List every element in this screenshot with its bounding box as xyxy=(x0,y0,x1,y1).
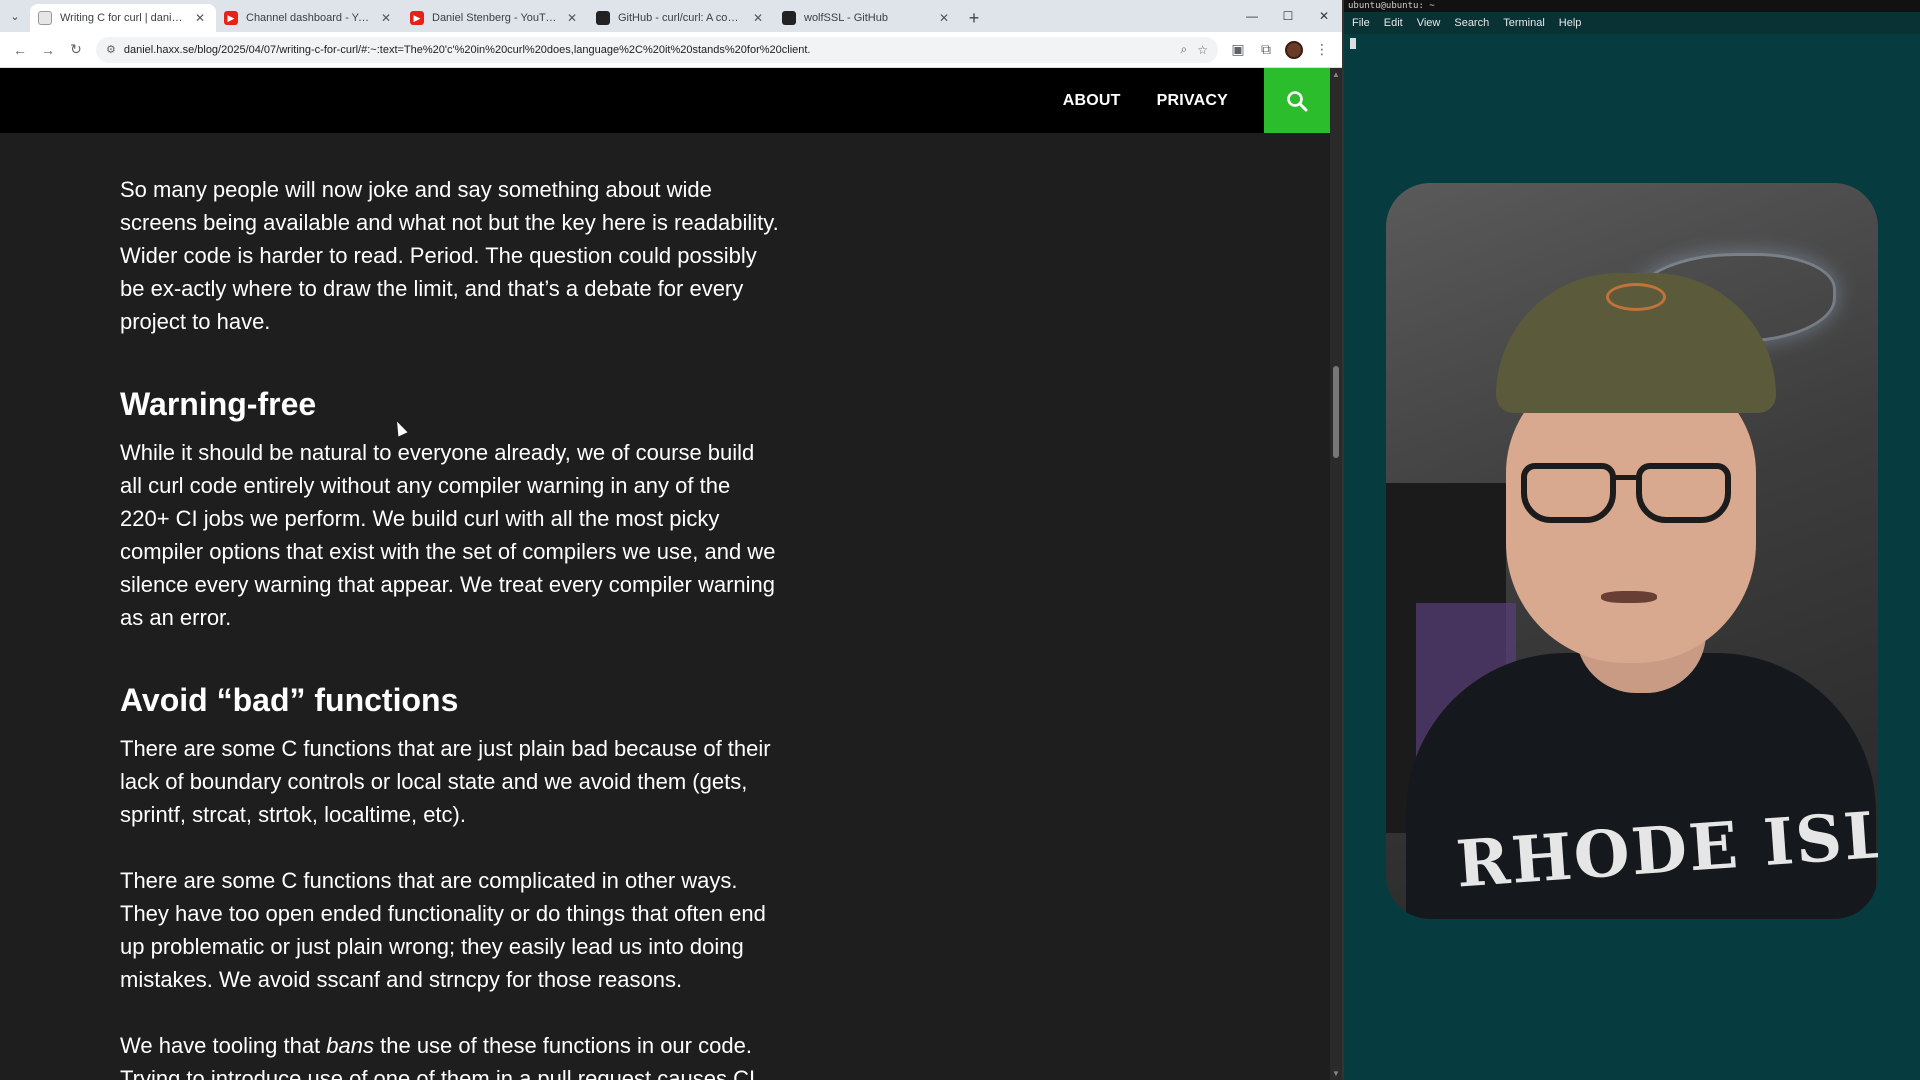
youtube-icon: ▶ xyxy=(224,11,238,25)
paragraph-complicated-functions: There are some C functions that are comp… xyxy=(120,868,766,992)
terminal-menu-help[interactable]: Help xyxy=(1559,17,1582,29)
terminal-menu-search[interactable]: Search xyxy=(1454,17,1489,29)
tab-github-curl[interactable]: GitHub - curl/curl: A command line tool … xyxy=(588,4,774,32)
terminal-title: ubuntu@ubuntu: ~ xyxy=(1344,0,1920,12)
address-bar[interactable]: ⚙ daniel.haxx.se/blog/2025/04/07/writing… xyxy=(96,36,1218,63)
tooling-text-pre: We have tooling that xyxy=(120,1033,327,1058)
terminal-menu-file[interactable]: File xyxy=(1352,17,1370,29)
paragraph-bad-functions: There are some C functions that are just… xyxy=(120,736,771,827)
bookmark-star-icon[interactable]: ☆ xyxy=(1197,43,1208,57)
reload-icon[interactable]: ↻ xyxy=(62,36,90,64)
profile-avatar[interactable] xyxy=(1280,36,1308,64)
article-body: So many people will now joke and say som… xyxy=(120,173,780,1080)
back-icon[interactable]: ← xyxy=(6,36,34,64)
glasses-right-lens xyxy=(1636,463,1731,523)
nav-privacy-link[interactable]: PRIVACY xyxy=(1157,92,1228,110)
nav-about-link[interactable]: ABOUT xyxy=(1063,92,1121,110)
avatar xyxy=(1285,40,1303,59)
tab-title: wolfSSL - GitHub xyxy=(804,12,888,24)
glasses-left-lens xyxy=(1521,463,1616,523)
forward-icon[interactable]: → xyxy=(34,36,62,64)
new-tab-button[interactable]: + xyxy=(960,4,988,32)
close-icon[interactable]: ✕ xyxy=(750,11,766,25)
url-text[interactable]: daniel.haxx.se/blog/2025/04/07/writing-c… xyxy=(124,44,1171,56)
tab-title: Writing C for curl | daniel.haxx.se xyxy=(60,12,188,24)
tab-search-icon[interactable]: ⌄ xyxy=(0,0,30,32)
browser-toolbar: ← → ↻ ⚙ daniel.haxx.se/blog/2025/04/07/w… xyxy=(0,32,1342,68)
search-button[interactable] xyxy=(1264,68,1330,133)
close-icon[interactable]: ✕ xyxy=(192,11,208,25)
close-icon[interactable]: ✕ xyxy=(378,11,394,25)
tab-title: GitHub - curl/curl: A command line tool xyxy=(618,12,746,24)
extensions-icon[interactable]: ⧉ xyxy=(1252,36,1280,64)
search-icon xyxy=(1287,90,1308,111)
close-window-icon[interactable]: ✕ xyxy=(1306,0,1342,32)
tab-channel-dashboard[interactable]: ▶ Channel dashboard - YouTube ✕ xyxy=(216,4,402,32)
scroll-up-icon[interactable]: ▲ xyxy=(1332,70,1340,79)
tooling-text-em: bans xyxy=(326,1033,375,1058)
terminal-cursor xyxy=(1350,38,1356,49)
close-icon[interactable]: ✕ xyxy=(936,11,952,25)
tab-title: Daniel Stenberg - YouTube xyxy=(432,12,560,24)
web-page: ABOUT PRIVACY So many people will now jo… xyxy=(0,68,1330,1080)
minimize-icon[interactable]: — xyxy=(1234,0,1270,32)
tab-title: Channel dashboard - YouTube xyxy=(246,12,374,24)
zoom-icon[interactable]: ⌕ xyxy=(1181,42,1188,57)
scroll-thumb[interactable] xyxy=(1333,366,1339,458)
paragraph-readability: So many people will now joke and say som… xyxy=(120,177,779,334)
terminal-body[interactable] xyxy=(1344,34,1920,54)
tab-writing-c-for-curl[interactable]: Writing C for curl | daniel.haxx.se ✕ xyxy=(30,4,216,32)
site-header: ABOUT PRIVACY xyxy=(0,68,1330,133)
cap-logo xyxy=(1606,283,1666,311)
scroll-down-icon[interactable]: ▼ xyxy=(1332,1069,1340,1078)
menu-kebab-icon[interactable]: ⋮ xyxy=(1308,36,1336,64)
terminal-menubar: File Edit View Search Terminal Help xyxy=(1344,12,1920,34)
page-icon xyxy=(38,11,52,25)
heading-avoid-bad-functions: Avoid “bad” functions xyxy=(120,682,459,718)
terminal-menu-view[interactable]: View xyxy=(1417,17,1441,29)
youtube-icon: ▶ xyxy=(410,11,424,25)
github-icon xyxy=(782,11,796,25)
site-info-icon[interactable]: ⚙ xyxy=(106,43,116,56)
tab-strip: ⌄ Writing C for curl | daniel.haxx.se ✕ … xyxy=(0,0,1342,32)
webcam-overlay: RHODE ISLAND xyxy=(1386,183,1878,919)
terminal-menu-terminal[interactable]: Terminal xyxy=(1503,17,1545,29)
terminal-menu-edit[interactable]: Edit xyxy=(1384,17,1403,29)
window-controls: — ☐ ✕ xyxy=(1234,0,1342,32)
github-icon xyxy=(596,11,610,25)
tab-daniel-stenberg[interactable]: ▶ Daniel Stenberg - YouTube ✕ xyxy=(402,4,588,32)
heading-warning-free: Warning-free xyxy=(120,386,317,422)
paragraph-tooling: We have tooling that bans the use of the… xyxy=(120,1029,780,1080)
incognito-icon[interactable]: ▣ xyxy=(1224,36,1252,64)
page-scrollbar[interactable]: ▲ ▼ xyxy=(1330,68,1342,1080)
glasses-bridge xyxy=(1614,475,1638,480)
close-icon[interactable]: ✕ xyxy=(564,11,580,25)
mouth xyxy=(1601,591,1657,603)
maximize-icon[interactable]: ☐ xyxy=(1270,0,1306,32)
tab-wolfssl-github[interactable]: wolfSSL - GitHub ✕ xyxy=(774,4,960,32)
paragraph-warnings: While it should be natural to everyone a… xyxy=(120,440,776,630)
browser-window: ⌄ Writing C for curl | daniel.haxx.se ✕ … xyxy=(0,0,1342,1080)
